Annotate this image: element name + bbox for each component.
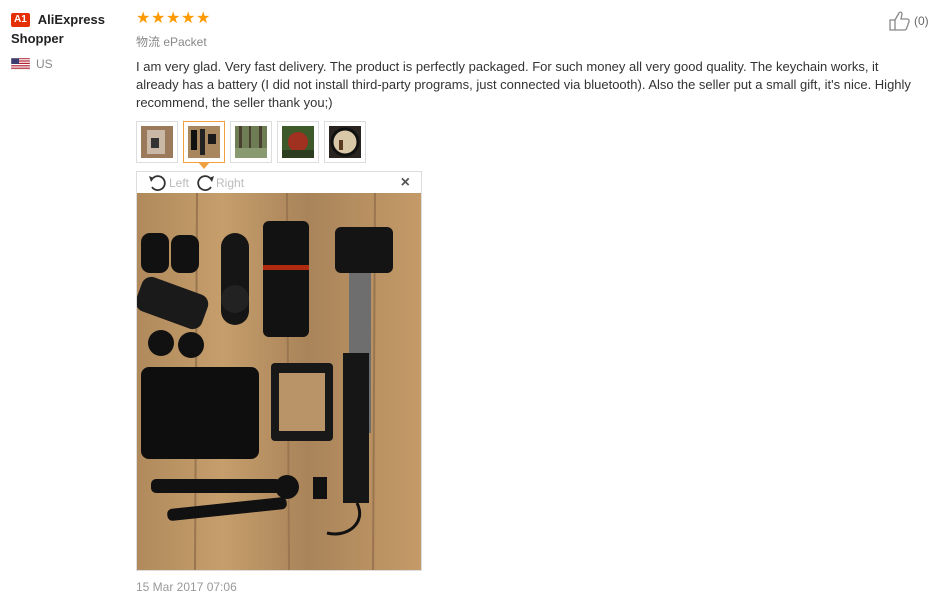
thumbnail-image xyxy=(329,126,361,158)
photo-thumbnail[interactable] xyxy=(277,121,319,163)
reviewer-country: US xyxy=(11,57,131,71)
close-viewer-button[interactable]: × xyxy=(401,174,410,192)
helpful-count: (0) xyxy=(914,14,929,28)
star-icon: ★ xyxy=(136,8,151,27)
star-icon: ★ xyxy=(166,8,181,27)
star-icon: ★ xyxy=(181,8,196,27)
helpful-button[interactable]: (0) xyxy=(888,10,929,32)
rotate-right-icon xyxy=(197,174,215,191)
buyer-level-badge: A1 xyxy=(11,12,30,27)
country-code: US xyxy=(36,57,53,71)
shipping-method: 物流 ePacket xyxy=(136,35,207,49)
review-date: 15 Mar 2017 07:06 xyxy=(136,580,237,594)
photo-thumbnail-active[interactable] xyxy=(183,121,225,163)
photo-thumbnail[interactable] xyxy=(136,121,178,163)
thumbnail-image xyxy=(235,126,267,158)
active-thumbnail-caret xyxy=(198,162,210,169)
star-rating: ★ ★ ★ ★ ★ xyxy=(136,8,211,27)
review-photo xyxy=(135,192,421,571)
reviewer-name: AliExpress xyxy=(37,12,105,27)
review-text: I am very glad. Very fast delivery. The … xyxy=(136,59,911,110)
star-icon: ★ xyxy=(151,8,166,27)
rotate-left-button[interactable]: Left xyxy=(147,173,189,193)
rotate-right-button[interactable]: Right xyxy=(194,173,244,193)
thumbs-up-icon xyxy=(889,11,910,31)
rotate-right-label: Right xyxy=(216,175,245,190)
star-icon: ★ xyxy=(196,8,211,27)
us-flag-icon xyxy=(11,58,30,70)
reviewer-name-line2: Shopper xyxy=(11,31,64,46)
photo-thumbnail[interactable] xyxy=(230,121,272,163)
rotate-left-icon xyxy=(149,174,166,191)
thumbnail-image xyxy=(141,126,173,158)
photo-thumbnail[interactable] xyxy=(324,121,366,163)
photo-thumbnails xyxy=(136,121,371,163)
thumbnail-image xyxy=(188,126,220,158)
reviewer-info: A1 AliExpress Shopper US xyxy=(11,10,131,71)
rotate-left-label: Left xyxy=(169,175,190,190)
viewer-toolbar: Left Right × xyxy=(137,172,421,193)
thumbnail-image xyxy=(282,126,314,158)
photo-viewer: Left Right × xyxy=(135,171,422,571)
